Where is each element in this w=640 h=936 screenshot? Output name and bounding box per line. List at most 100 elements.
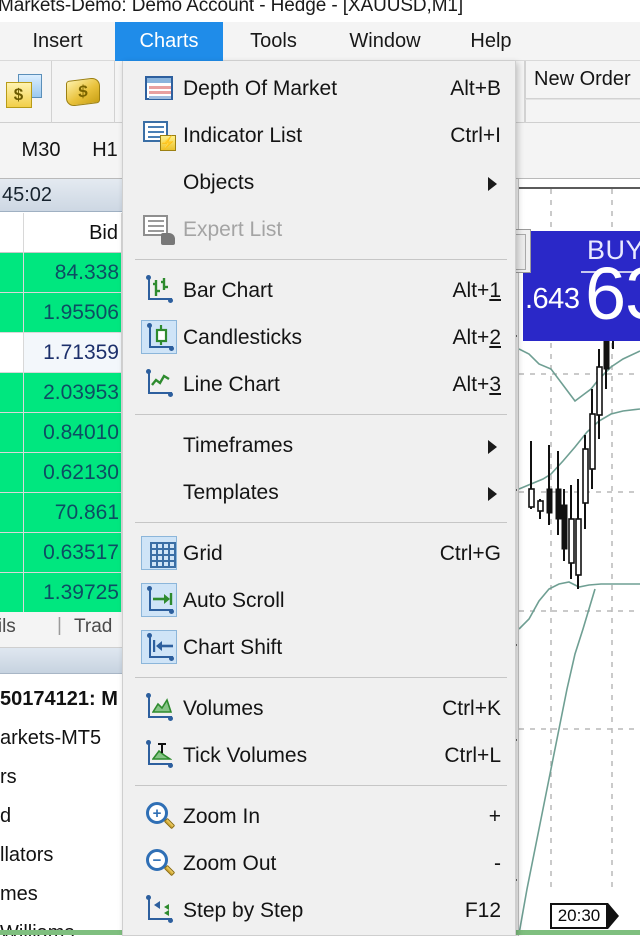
list-item[interactable]: d	[0, 797, 122, 836]
symbol-cell	[0, 533, 24, 572]
menu-item-objects[interactable]: Objects	[123, 159, 515, 206]
menu-tools[interactable]: Tools	[223, 22, 324, 61]
buy-price-fraction: .643	[525, 283, 580, 315]
buy-price-big-digits: 63	[585, 252, 640, 335]
list-item[interactable]: mes	[0, 875, 122, 914]
menu-item-label: Auto Scroll	[183, 588, 285, 612]
menu-item-shortcut: Ctrl+L	[444, 743, 501, 767]
indicator-list-icon: ⚡	[141, 118, 177, 152]
chart-window[interactable]: BUY .643 63 20:30 4	[505, 179, 640, 936]
menu-window[interactable]: Window	[324, 22, 446, 61]
bid-price-cell: 1.95506	[24, 293, 122, 332]
list-item[interactable]: 50174121: M	[0, 680, 122, 719]
navigator-header	[0, 648, 122, 674]
menu-item-label: Objects	[183, 170, 255, 194]
new-order-window-button[interactable]: $	[0, 61, 52, 123]
table-row[interactable]: 1.71359	[0, 333, 122, 373]
column-header-symbol	[0, 213, 24, 253]
tab-separator: |	[57, 615, 62, 636]
table-row[interactable]: 2.03953	[0, 373, 122, 413]
menu-item-shortcut: F12	[464, 898, 501, 922]
table-row[interactable]: 1.95506	[0, 293, 122, 333]
mt5-application-window: Markets-Demo: Demo Account - Hedge - [XA…	[0, 0, 640, 936]
navigator-item-label: rs	[0, 766, 17, 788]
symbol-cell	[0, 413, 24, 452]
menu-item-chart-shift[interactable]: Chart Shift	[123, 624, 515, 671]
money-bag-icon: $	[64, 75, 104, 109]
menu-item-step-by-step[interactable]: Step by Step F12	[123, 887, 515, 934]
chart-shift-icon	[141, 630, 177, 664]
bid-price-cell: 0.84010	[24, 413, 122, 452]
bar-chart-icon	[141, 273, 177, 307]
navigator-item-label: 50174121: M	[0, 688, 118, 710]
depth-of-market-icon	[141, 71, 177, 105]
menu-item-shortcut: +	[488, 804, 501, 828]
zoom-in-icon: +	[141, 799, 177, 833]
menu-item-bar-chart[interactable]: Bar Chart Alt+ 1	[123, 267, 515, 314]
table-row[interactable]: 0.62130	[0, 453, 122, 493]
menu-item-label: Grid	[183, 541, 223, 565]
table-row[interactable]: 84.338	[0, 253, 122, 293]
new-order-button[interactable]: New Order	[525, 61, 640, 99]
volumes-icon	[141, 691, 177, 725]
menu-item-label: Bar Chart	[183, 278, 273, 302]
menu-separator	[135, 785, 507, 786]
menu-help[interactable]: Help	[446, 22, 536, 61]
menu-item-label: Templates	[183, 480, 279, 504]
list-item[interactable]: rs	[0, 758, 122, 797]
menu-item-grid[interactable]: Grid Ctrl+G	[123, 530, 515, 577]
menu-item-shortcut: Alt+B	[450, 76, 501, 100]
menu-item-expert-list: Expert List	[123, 206, 515, 253]
chart-time-label: 20:30	[550, 903, 619, 929]
table-row[interactable]: 0.84010	[0, 413, 122, 453]
menu-item-label: Step by Step	[183, 898, 304, 922]
menu-item-label: Depth Of Market	[183, 76, 338, 100]
tab-details[interactable]: tails	[0, 616, 16, 638]
menu-item-volumes[interactable]: Volumes Ctrl+K	[123, 685, 515, 732]
list-item[interactable]: arkets-MT5	[0, 719, 122, 758]
menu-item-auto-scroll[interactable]: Auto Scroll	[123, 577, 515, 624]
timeframe-m30-button[interactable]: M30	[12, 129, 70, 171]
timeframe-h1-button[interactable]: H1	[84, 129, 126, 171]
menu-item-depth-of-market[interactable]: Depth Of Market Alt+B	[123, 65, 515, 112]
candlesticks-icon	[141, 320, 177, 354]
bid-price-cell: 70.861	[24, 493, 122, 532]
table-row[interactable]: 0.63517	[0, 533, 122, 573]
grid-icon	[141, 536, 177, 570]
menu-item-shortcut: Alt+ 2	[452, 325, 501, 349]
trade-bag-button[interactable]: $	[53, 61, 115, 123]
menu-item-line-chart[interactable]: Line Chart Alt+ 3	[123, 361, 515, 408]
zoom-out-icon: −	[141, 846, 177, 880]
table-row[interactable]: 70.861	[0, 493, 122, 533]
menu-charts[interactable]: Charts	[115, 21, 223, 61]
menu-item-label: Volumes	[183, 696, 264, 720]
menu-separator	[135, 259, 507, 260]
menu-item-candlesticks[interactable]: Candlesticks Alt+ 2	[123, 314, 515, 361]
menu-item-timeframes[interactable]: Timeframes	[123, 422, 515, 469]
table-row[interactable]: 1.39725	[0, 573, 122, 613]
market-watch-time: 45:02	[0, 179, 122, 212]
tab-trading[interactable]: Trad	[74, 616, 112, 638]
toolbar-secondary-row	[525, 99, 640, 123]
menu-item-shortcut: Ctrl+I	[450, 123, 501, 147]
menu-item-templates[interactable]: Templates	[123, 469, 515, 516]
menu-item-zoom-out[interactable]: − Zoom Out -	[123, 840, 515, 887]
menu-item-label: Candlesticks	[183, 325, 303, 349]
tick-volumes-icon	[141, 738, 177, 772]
bid-price-cell: 0.63517	[24, 533, 122, 572]
market-watch-panel: 45:02 Bid 84.338 1.95506 1.71359 2.03953 0.8…	[0, 179, 122, 627]
menu-bar: Insert Charts Tools Window Help	[0, 21, 640, 61]
list-item[interactable]: llators	[0, 836, 122, 875]
menu-item-shortcut: -	[494, 851, 501, 875]
navigator-item-label: llators	[0, 844, 54, 866]
navigator-item-label: arkets-MT5	[0, 727, 102, 749]
symbol-cell	[0, 373, 24, 412]
one-click-buy-panel[interactable]: BUY .643 63	[523, 231, 640, 341]
menu-insert[interactable]: Insert	[0, 22, 115, 61]
menu-item-indicator-list[interactable]: ⚡ Indicator List Ctrl+I	[123, 112, 515, 159]
menu-item-shortcut: Ctrl+K	[442, 696, 501, 720]
menu-item-zoom-in[interactable]: + Zoom In +	[123, 793, 515, 840]
menu-item-label: Line Chart	[183, 372, 280, 396]
bid-price-cell: 1.39725	[24, 573, 122, 612]
menu-item-tick-volumes[interactable]: Tick Volumes Ctrl+L	[123, 732, 515, 779]
